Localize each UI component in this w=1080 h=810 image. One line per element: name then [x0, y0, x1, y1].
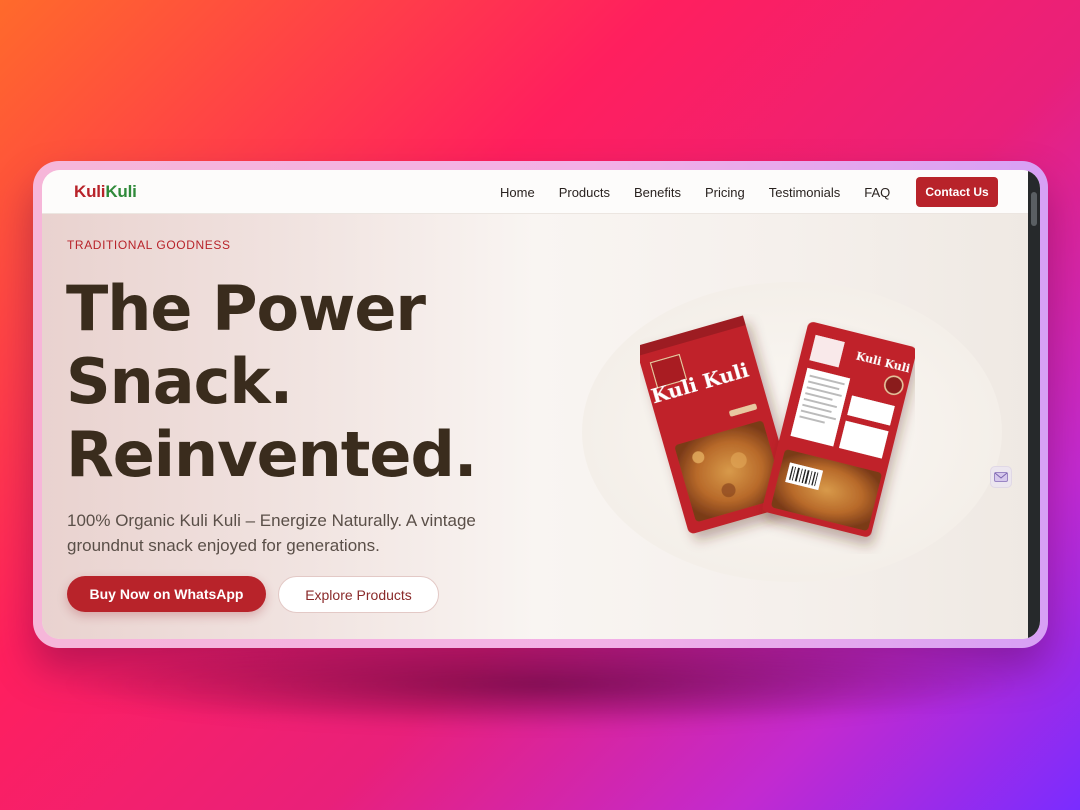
hero-section: TRADITIONAL GOODNESS The Power Snack. Re… [42, 214, 1028, 639]
product-image: Kuli Kuli Kuli Kuli [640, 315, 915, 537]
nav-link-testimonials[interactable]: Testimonials [769, 185, 841, 200]
scrollbar-thumb[interactable] [1031, 192, 1037, 226]
top-navbar: KuliKuli Home Products Benefits Pricing … [42, 170, 1028, 214]
brand-logo-part1: Kuli [74, 182, 106, 201]
headline-line-3: Reinvented. [66, 418, 477, 491]
nav-link-benefits[interactable]: Benefits [634, 185, 681, 200]
contact-us-button[interactable]: Contact Us [916, 177, 998, 207]
brand-logo-part2: Kuli [105, 182, 137, 201]
buy-on-whatsapp-button[interactable]: Buy Now on WhatsApp [67, 576, 266, 612]
hero-eyebrow: TRADITIONAL GOODNESS [67, 238, 231, 252]
nav-menu: Home Products Benefits Pricing Testimoni… [500, 170, 914, 214]
browser-viewport: KuliKuli Home Products Benefits Pricing … [42, 170, 1040, 639]
back-pouch: Kuli Kuli [762, 322, 915, 537]
hero-headline: The Power Snack. Reinvented. [66, 272, 477, 491]
nav-link-products[interactable]: Products [559, 185, 610, 200]
page-scrollbar[interactable] [1028, 170, 1040, 639]
headline-line-1: The Power [66, 272, 426, 345]
explore-products-button[interactable]: Explore Products [278, 576, 439, 613]
nav-link-pricing[interactable]: Pricing [705, 185, 745, 200]
headline-line-2: Snack. [66, 345, 293, 418]
hero-subtitle: 100% Organic Kuli Kuli – Energize Natura… [67, 511, 476, 555]
nav-link-home[interactable]: Home [500, 185, 535, 200]
nav-link-faq[interactable]: FAQ [864, 185, 890, 200]
email-icon[interactable] [990, 466, 1012, 488]
brand-logo[interactable]: KuliKuli [74, 182, 137, 202]
frame-shadow [60, 640, 1020, 730]
device-frame: KuliKuli Home Products Benefits Pricing … [33, 161, 1048, 648]
